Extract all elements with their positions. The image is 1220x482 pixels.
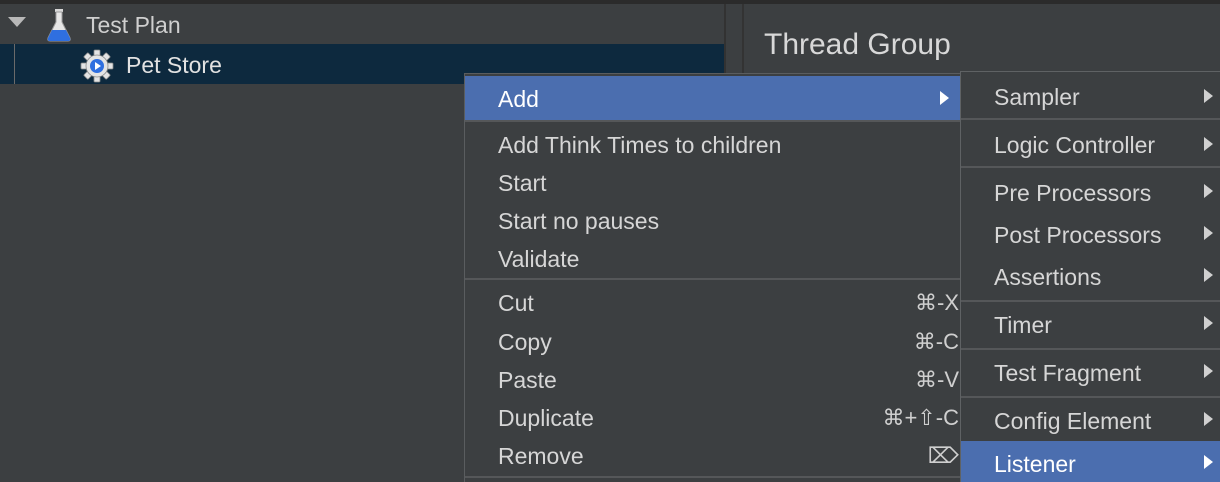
menu-item-shortcut: ⌘-X bbox=[915, 290, 959, 315]
submenu-item-config-element[interactable]: Config Element bbox=[961, 400, 1220, 440]
menu-separator bbox=[465, 278, 963, 280]
menu-separator bbox=[465, 120, 963, 122]
menu-item-label: Validate bbox=[498, 246, 580, 272]
menu-separator bbox=[961, 348, 1220, 350]
submenu-item-label: Test Fragment bbox=[994, 360, 1141, 386]
menu-item-paste[interactable]: Paste ⌘-V bbox=[465, 364, 963, 400]
submenu-item-label: Config Element bbox=[994, 408, 1152, 434]
menu-item-add[interactable]: Add bbox=[465, 76, 963, 120]
chevron-right-icon bbox=[1204, 226, 1213, 240]
menu-item-validate[interactable]: Validate bbox=[465, 244, 963, 280]
chevron-right-icon bbox=[1204, 455, 1213, 469]
submenu-item-label: Post Processors bbox=[994, 222, 1162, 248]
menu-item-add-think-times[interactable]: Add Think Times to children bbox=[465, 130, 963, 166]
submenu-item-logic-controller[interactable]: Logic Controller bbox=[961, 122, 1220, 164]
menu-item-remove[interactable]: Remove ⌦ bbox=[465, 440, 963, 476]
menu-item-start-no-pauses[interactable]: Start no pauses bbox=[465, 206, 963, 242]
menu-separator bbox=[961, 166, 1220, 168]
submenu-item-label: Sampler bbox=[994, 84, 1080, 110]
chevron-right-icon bbox=[1204, 316, 1213, 330]
chevron-right-icon bbox=[1204, 412, 1213, 426]
menu-item-copy[interactable]: Copy ⌘-C bbox=[465, 326, 963, 362]
tree-guide-line bbox=[14, 44, 15, 84]
submenu-item-listener[interactable]: Listener bbox=[961, 441, 1220, 482]
delete-key-icon: ⌦ bbox=[927, 443, 959, 468]
menu-item-label: Add bbox=[498, 86, 539, 112]
chevron-down-icon[interactable] bbox=[8, 17, 26, 27]
menu-item-label: Start bbox=[498, 170, 547, 196]
menu-item-cut[interactable]: Cut ⌘-X bbox=[465, 288, 963, 324]
chevron-right-icon bbox=[1204, 364, 1213, 378]
submenu-item-post-processors[interactable]: Post Processors bbox=[961, 214, 1220, 254]
menu-item-start[interactable]: Start bbox=[465, 168, 963, 204]
submenu-item-label: Timer bbox=[994, 312, 1052, 338]
panel-title: Thread Group bbox=[764, 28, 951, 61]
menu-item-label: Paste bbox=[498, 367, 557, 393]
menu-item-label: Cut bbox=[498, 290, 534, 316]
gear-icon bbox=[80, 49, 114, 83]
submenu-item-label: Pre Processors bbox=[994, 180, 1152, 206]
tree-item-label: Pet Store bbox=[126, 52, 222, 78]
chevron-right-icon bbox=[1204, 89, 1213, 103]
submenu-item-assertions[interactable]: Assertions bbox=[961, 256, 1220, 296]
menu-item-shortcut: ⌘+⇧-C bbox=[882, 405, 960, 430]
menu-item-label: Remove bbox=[498, 443, 584, 469]
context-menu: Add Add Think Times to children Start St… bbox=[464, 73, 964, 482]
menu-item-shortcut: ⌘-C bbox=[913, 329, 959, 354]
menu-separator bbox=[465, 476, 963, 478]
chevron-right-icon bbox=[1204, 184, 1213, 198]
add-submenu: Sampler Logic Controller Pre Processors … bbox=[960, 71, 1220, 482]
submenu-item-label: Assertions bbox=[994, 264, 1102, 290]
flask-icon bbox=[47, 9, 71, 42]
menu-item-shortcut: ⌘-V bbox=[915, 367, 959, 392]
submenu-item-pre-processors[interactable]: Pre Processors bbox=[961, 172, 1220, 212]
submenu-item-label: Listener bbox=[994, 451, 1076, 477]
tree-item-label: Test Plan bbox=[86, 12, 181, 38]
menu-separator bbox=[961, 118, 1220, 120]
menu-item-label: Start no pauses bbox=[498, 208, 660, 234]
menu-item-label: Duplicate bbox=[498, 405, 594, 431]
submenu-item-timer[interactable]: Timer bbox=[961, 304, 1220, 346]
chevron-right-icon bbox=[1204, 137, 1213, 151]
submenu-item-test-fragment[interactable]: Test Fragment bbox=[961, 352, 1220, 394]
chevron-right-icon bbox=[940, 91, 949, 105]
submenu-item-sampler[interactable]: Sampler bbox=[961, 74, 1220, 116]
menu-separator bbox=[961, 396, 1220, 398]
menu-separator bbox=[961, 300, 1220, 302]
menu-item-duplicate[interactable]: Duplicate ⌘+⇧-C bbox=[465, 402, 963, 438]
submenu-item-label: Logic Controller bbox=[994, 132, 1156, 158]
menu-item-label: Copy bbox=[498, 329, 552, 355]
chevron-right-icon bbox=[1204, 268, 1213, 282]
menu-item-label: Add Think Times to children bbox=[498, 132, 782, 158]
